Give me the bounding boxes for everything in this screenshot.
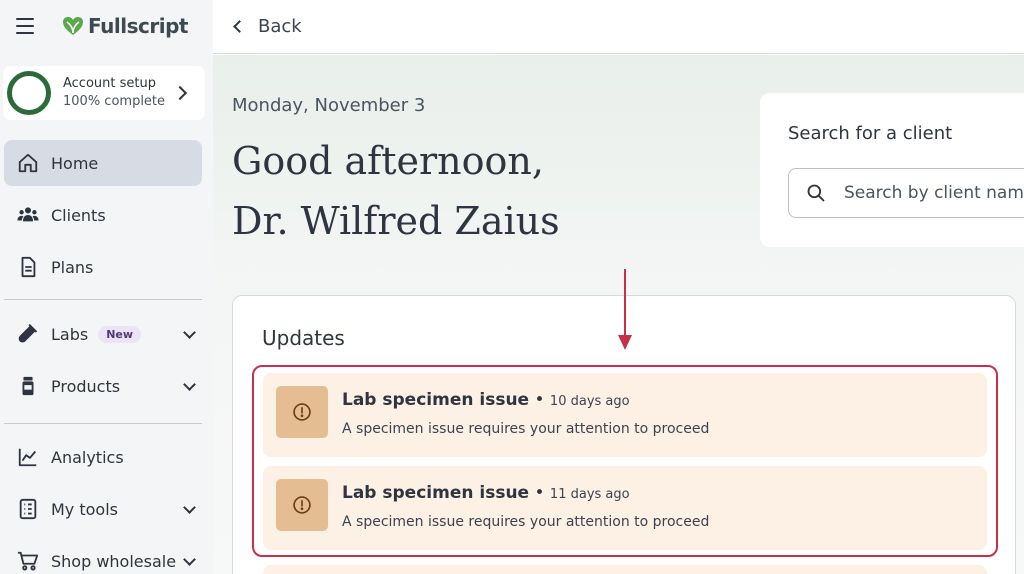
account-setup-card[interactable]: Account setup 100% complete <box>3 66 205 120</box>
sidebar-item-label: Analytics <box>51 447 124 467</box>
search-icon <box>807 184 825 202</box>
main-content: Monday, November 3 Good afternoon, Dr. W… <box>213 55 1024 574</box>
sidebar-divider <box>4 299 202 300</box>
bottle-icon <box>16 374 40 398</box>
greeting-line-2: Dr. Wilfred Zaius <box>232 199 560 243</box>
chevron-down-icon[interactable] <box>183 326 196 339</box>
menu-icon[interactable] <box>16 18 34 34</box>
top-bar: Back <box>213 0 1024 54</box>
sidebar-item-products[interactable]: Products <box>4 363 202 409</box>
sidebar-item-clients[interactable]: Clients <box>4 192 202 238</box>
sidebar-item-label: My tools <box>51 499 118 519</box>
sidebar-item-label: Labs <box>51 324 89 344</box>
annotation-highlight-box <box>252 365 998 557</box>
sidebar-item-shop-wholesale[interactable]: Shop wholesale <box>4 538 202 574</box>
test-tube-icon <box>16 322 40 346</box>
people-icon <box>16 203 40 227</box>
chevron-right-icon <box>172 85 188 101</box>
logo[interactable]: Fullscript <box>62 14 188 38</box>
chevron-left-icon[interactable] <box>233 20 246 33</box>
updates-title: Updates <box>262 326 345 350</box>
leaf-heart-icon <box>63 17 83 35</box>
back-button[interactable]: Back <box>258 16 302 37</box>
sidebar-item-home[interactable]: Home <box>4 140 202 186</box>
sidebar-item-plans[interactable]: Plans <box>4 244 202 290</box>
sidebar-item-labs[interactable]: Labs New <box>4 311 202 357</box>
account-setup-title: Account setup <box>63 76 156 91</box>
client-search-card: Search for a client <box>760 93 1024 247</box>
sidebar-item-label: Products <box>51 376 121 396</box>
greeting-heading: Good afternoon, Dr. Wilfred Zaius <box>232 131 560 251</box>
search-card-title: Search for a client <box>788 123 953 144</box>
sidebar: Fullscript Account setup 100% complete H… <box>0 0 213 574</box>
logo-text: Fullscript <box>88 14 188 38</box>
chevron-down-icon[interactable] <box>183 378 196 391</box>
sidebar-item-label: Clients <box>51 205 106 225</box>
sidebar-item-analytics[interactable]: Analytics <box>4 434 202 480</box>
new-badge: New <box>98 325 142 343</box>
cart-icon <box>16 549 40 573</box>
sidebar-item-my-tools[interactable]: My tools <box>4 486 202 532</box>
sidebar-divider <box>4 423 202 424</box>
current-date: Monday, November 3 <box>232 95 426 116</box>
greeting-line-1: Good afternoon, <box>232 139 544 183</box>
chevron-down-icon[interactable] <box>183 553 196 566</box>
sidebar-item-label: Plans <box>51 257 94 277</box>
chart-line-icon <box>16 445 40 469</box>
sidebar-item-label: Home <box>51 153 99 173</box>
search-box[interactable] <box>788 168 1024 218</box>
account-setup-progress: 100% complete <box>63 94 166 109</box>
sidebar-item-label: Shop wholesale <box>51 551 177 571</box>
home-icon <box>16 151 40 175</box>
client-search-input[interactable] <box>844 183 1024 203</box>
annotation-arrow-icon <box>618 269 632 350</box>
document-icon <box>16 255 40 279</box>
checklist-icon <box>16 497 40 521</box>
progress-ring <box>7 71 51 115</box>
update-item-partial[interactable] <box>263 565 987 574</box>
chevron-down-icon[interactable] <box>183 501 196 514</box>
